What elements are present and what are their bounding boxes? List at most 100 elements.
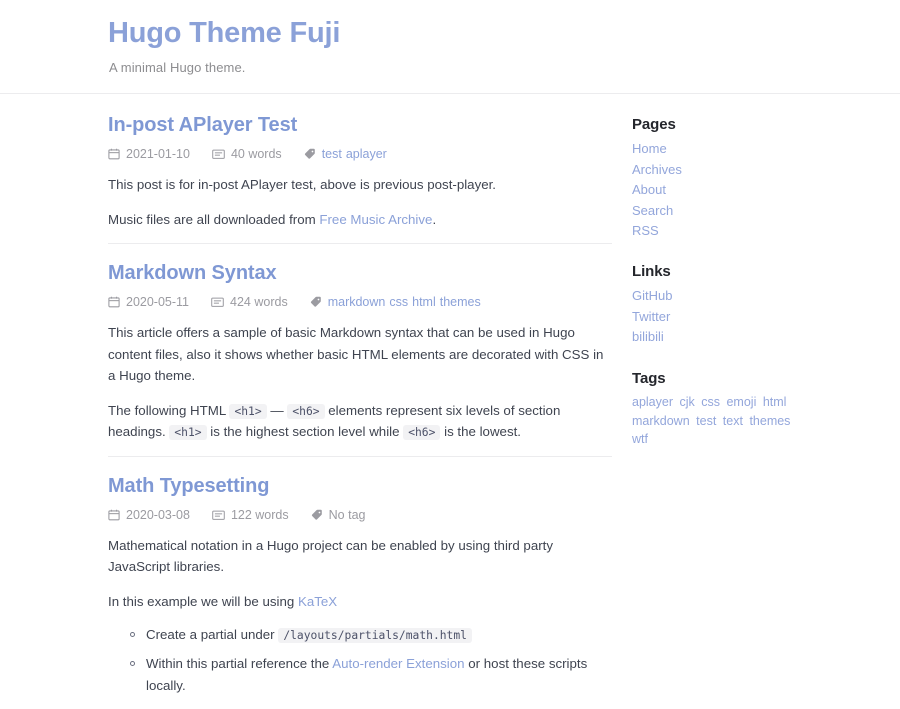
post-wordcount-text: 122 words bbox=[231, 508, 289, 522]
post-wordcount-text: 424 words bbox=[230, 295, 288, 309]
tag-cloud-link[interactable]: themes bbox=[749, 414, 790, 428]
paragraph-text: . bbox=[432, 212, 436, 227]
post-wordcount: 424 words bbox=[211, 295, 288, 309]
post-tag-link[interactable]: markdown bbox=[328, 295, 386, 309]
sidebar-item-github[interactable]: GitHub bbox=[632, 288, 672, 303]
tag-icon bbox=[304, 148, 316, 160]
post-date-text: 2020-03-08 bbox=[126, 508, 190, 522]
post-date: 2021-01-10 bbox=[108, 147, 190, 161]
tag-cloud: aplayer cjk css emoji html markdown test… bbox=[632, 393, 802, 449]
tag-cloud-link[interactable]: aplayer bbox=[632, 395, 673, 409]
post-tag-link[interactable]: test bbox=[322, 147, 342, 161]
inline-code: <h6> bbox=[403, 425, 440, 440]
post-date-text: 2020-05-11 bbox=[126, 295, 189, 309]
post-paragraph: Music files are all downloaded from Free… bbox=[108, 209, 612, 231]
site-subtitle: A minimal Hugo theme. bbox=[109, 60, 900, 75]
post-tags: test aplayer bbox=[304, 147, 387, 161]
post-meta: 2021-01-10 40 words test aplayer bbox=[108, 147, 612, 161]
sidebar-widget-links: Links GitHub Twitter bilibili bbox=[632, 263, 832, 347]
post-tag-link[interactable]: themes bbox=[440, 295, 481, 309]
post-wordcount: 122 words bbox=[212, 508, 289, 522]
post-title-link[interactable]: Math Typesetting bbox=[108, 471, 612, 501]
paragraph-text: In this example we will be using bbox=[108, 594, 298, 609]
paragraph-text: This post is for in-post APlayer test, a… bbox=[108, 177, 496, 192]
tag-cloud-link[interactable]: emoji bbox=[726, 395, 756, 409]
inline-link[interactable]: Auto-render Extension bbox=[332, 656, 464, 671]
sidebar-widget-title: Links bbox=[632, 263, 832, 280]
inline-link[interactable]: KaTeX bbox=[298, 594, 337, 609]
post-date-text: 2021-01-10 bbox=[126, 147, 190, 161]
inline-code: <h1> bbox=[229, 404, 266, 419]
list-item: bilibili bbox=[632, 327, 832, 347]
sidebar-item-rss[interactable]: RSS bbox=[632, 223, 659, 238]
post-paragraph: This post is for in-post APlayer test, a… bbox=[108, 174, 612, 196]
post-wordcount: 40 words bbox=[212, 147, 282, 161]
tag-cloud-link[interactable]: markdown bbox=[632, 414, 690, 428]
post-date: 2020-05-11 bbox=[108, 295, 189, 309]
page-layout: In-post APlayer Test 2021-01-10 40 words te… bbox=[0, 94, 900, 709]
inline-code: <h1> bbox=[169, 425, 206, 440]
list-item: RSS bbox=[632, 221, 832, 241]
post-wordcount-text: 40 words bbox=[231, 147, 282, 161]
sidebar-item-twitter[interactable]: Twitter bbox=[632, 309, 670, 324]
tag-cloud-link[interactable]: cjk bbox=[679, 395, 694, 409]
post-paragraph: The following HTML <h1> — <h6> elements … bbox=[108, 400, 612, 443]
sidebar: Pages Home Archives About Search RSS Links GitH… bbox=[632, 110, 832, 471]
inline-code: <h6> bbox=[287, 404, 324, 419]
post-tag-link[interactable]: css bbox=[389, 295, 408, 309]
paragraph-text: is the highest section level while bbox=[207, 424, 404, 439]
post-tag-link[interactable]: aplayer bbox=[346, 147, 387, 161]
sidebar-item-archives[interactable]: Archives bbox=[632, 162, 682, 177]
post-paragraph: In this example we will be using KaTeX bbox=[108, 591, 612, 613]
site-header: Hugo Theme Fuji A minimal Hugo theme. bbox=[0, 0, 900, 94]
post-no-tag-label: No tag bbox=[329, 508, 366, 522]
inline-code: /layouts/partials/math.html bbox=[278, 628, 472, 643]
sidebar-link-list: GitHub Twitter bilibili bbox=[632, 286, 832, 347]
post-meta: 2020-05-11 424 words markdowncsshtml themes bbox=[108, 295, 612, 309]
paragraph-text: — bbox=[267, 403, 288, 418]
site-title[interactable]: Hugo Theme Fuji bbox=[108, 14, 900, 53]
tag-cloud-link[interactable]: html bbox=[763, 395, 787, 409]
list-item: GitHub bbox=[632, 286, 832, 306]
post-paragraph: Mathematical notation in a Hugo project … bbox=[108, 535, 612, 578]
list-item: Create a partial under /layouts/partials… bbox=[130, 624, 612, 646]
paragraph-text: is the lowest. bbox=[440, 424, 521, 439]
sidebar-item-bilibili[interactable]: bilibili bbox=[632, 329, 664, 344]
tag-cloud-link[interactable]: text bbox=[723, 414, 743, 428]
list-item: Archives bbox=[632, 160, 832, 180]
sidebar-link-list: Home Archives About Search RSS bbox=[632, 139, 832, 241]
sidebar-item-search[interactable]: Search bbox=[632, 203, 673, 218]
tag-cloud-link[interactable]: test bbox=[696, 414, 716, 428]
post-title-link[interactable]: Markdown Syntax bbox=[108, 258, 612, 288]
calendar-icon bbox=[108, 509, 120, 521]
calendar-icon bbox=[108, 148, 120, 160]
paragraph-text: The following HTML bbox=[108, 403, 229, 418]
post-item: Markdown Syntax 2020-05-11 424 words markdo… bbox=[108, 243, 612, 456]
paragraph-text: Within this partial reference the bbox=[146, 656, 332, 671]
post-title-link[interactable]: In-post APlayer Test bbox=[108, 110, 612, 140]
post-tag-link[interactable]: html bbox=[412, 295, 436, 309]
sidebar-item-about[interactable]: About bbox=[632, 182, 666, 197]
sidebar-widget-title: Pages bbox=[632, 116, 832, 133]
paragraph-text: Create a partial under bbox=[146, 627, 278, 642]
paragraph-text: Mathematical notation in a Hugo project … bbox=[108, 538, 553, 575]
tag-cloud-link[interactable]: css bbox=[701, 395, 720, 409]
sidebar-widget-pages: Pages Home Archives About Search RSS bbox=[632, 116, 832, 241]
post-list: In-post APlayer Test 2021-01-10 40 words te… bbox=[108, 110, 612, 709]
inline-link[interactable]: Free Music Archive bbox=[319, 212, 432, 227]
book-icon bbox=[211, 296, 224, 308]
paragraph-text: This article offers a sample of basic Ma… bbox=[108, 325, 603, 383]
post-tags: markdowncsshtml themes bbox=[310, 295, 481, 309]
list-item: Twitter bbox=[632, 307, 832, 327]
book-icon bbox=[212, 148, 225, 160]
post-item: In-post APlayer Test 2021-01-10 40 words te… bbox=[108, 110, 612, 243]
calendar-icon bbox=[108, 296, 120, 308]
post-item: Math Typesetting 2020-03-08 122 words No ta… bbox=[108, 456, 612, 709]
sidebar-widget-title: Tags bbox=[632, 370, 832, 387]
list-item: Search bbox=[632, 201, 832, 221]
post-date: 2020-03-08 bbox=[108, 508, 190, 522]
tag-cloud-link[interactable]: wtf bbox=[632, 432, 648, 446]
post-meta: 2020-03-08 122 words No tag bbox=[108, 508, 612, 522]
sidebar-item-home[interactable]: Home bbox=[632, 141, 667, 156]
post-tags: No tag bbox=[311, 508, 366, 522]
